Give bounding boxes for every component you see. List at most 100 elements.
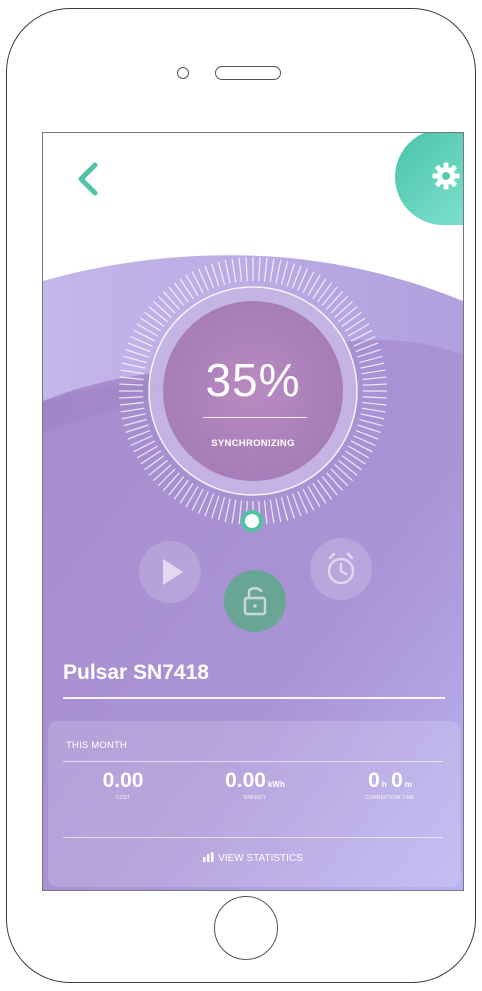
alarm-button[interactable] (310, 538, 372, 600)
cost-stat: 0.00 COST (78, 769, 168, 801)
dial-tick (119, 376, 144, 381)
dial-tick (168, 286, 185, 306)
dial-tick (157, 468, 176, 487)
dial-tick (286, 263, 295, 287)
dial-tick (361, 369, 386, 375)
app-screen: 35% SYNCHRONIZING Pulsar SN7418 THIS MON… (42, 132, 464, 891)
device-name-underline (63, 697, 445, 699)
dial-tick (263, 257, 268, 282)
dial-tick (263, 500, 268, 525)
progress-divider (203, 417, 307, 418)
phone-frame: 35% SYNCHRONIZING Pulsar SN7418 THIS MON… (6, 8, 476, 983)
dial-tick (168, 476, 185, 496)
dial-tick (179, 278, 194, 300)
dial-tick (360, 413, 385, 420)
progress-knob[interactable] (241, 510, 263, 532)
dial-tick (312, 278, 327, 300)
dial-tick (217, 261, 226, 285)
dial-tick (144, 455, 165, 471)
dial-tick (344, 317, 366, 332)
dial-tick (119, 401, 144, 406)
dial-tick (185, 485, 199, 508)
card-divider-top (63, 761, 443, 762)
dial-tick (144, 311, 165, 327)
dial-tick (119, 383, 144, 386)
energy-unit: kWh (267, 780, 285, 789)
dial-tick (173, 282, 189, 303)
dial-tick (361, 407, 386, 413)
dial-tick (344, 450, 366, 465)
view-statistics-label: VIEW STATISTICS (218, 853, 303, 864)
front-camera (177, 67, 189, 79)
cost-value: 0.00 (102, 769, 144, 792)
chevron-left-icon (78, 162, 98, 196)
dial-tick (334, 464, 353, 482)
dial-tick (341, 311, 362, 327)
dial-tick (148, 459, 168, 476)
dial-tick (157, 295, 176, 314)
bar-chart-icon (203, 852, 214, 862)
connection-hours: 0 (368, 769, 380, 792)
dial-tick (338, 459, 358, 476)
dial-tick (359, 355, 383, 364)
dial-tick (224, 498, 231, 523)
dial-tick (269, 499, 275, 524)
dial-tick (173, 479, 189, 500)
dial-tick (307, 485, 321, 508)
dial-tick (362, 396, 387, 399)
view-statistics-button[interactable]: VIEW STATISTICS (178, 852, 328, 864)
dial-tick (330, 468, 349, 487)
dial-tick (231, 258, 237, 283)
dial-tick (224, 259, 231, 284)
earpiece-speaker (215, 66, 281, 80)
dial-tick (321, 286, 338, 306)
dial-tick (121, 362, 146, 369)
connection-stat: 0h 0m CONNECTION TIME (340, 769, 440, 801)
gear-icon (432, 162, 460, 190)
dial-tick (275, 498, 282, 523)
cost-label: COST (115, 795, 131, 801)
dial-tick (307, 274, 321, 297)
dial-tick (211, 263, 220, 287)
dial-tick (140, 450, 162, 465)
card-divider-bottom (63, 837, 443, 838)
dial-tick (338, 306, 358, 323)
dial-tick (211, 495, 220, 519)
connection-label: CONNECTION TIME (365, 795, 415, 801)
dial-tick (125, 349, 149, 358)
dial-tick (162, 472, 180, 491)
lock-button[interactable] (224, 570, 286, 632)
dial-tick (217, 497, 226, 521)
dial-tick (362, 376, 387, 381)
dial-tick (326, 291, 344, 310)
dial-tick (275, 259, 282, 284)
dial-tick (334, 300, 353, 318)
dial-tick (359, 418, 383, 427)
status-label: SYNCHRONIZING (211, 438, 295, 449)
dial-tick (360, 362, 385, 369)
dial-tick (347, 323, 370, 337)
dial-tick (280, 261, 289, 285)
lock-icon (243, 587, 267, 616)
dial-tick (148, 306, 168, 323)
dial-tick (317, 479, 333, 500)
connection-minutes: 0 (391, 769, 403, 792)
back-button[interactable] (71, 159, 105, 199)
energy-label: ENERGY (243, 795, 267, 801)
dial-tick (269, 258, 275, 283)
dial-tick (123, 418, 147, 427)
dial-tick (280, 497, 289, 521)
card-title: THIS MONTH (66, 740, 128, 751)
dial-tick (245, 257, 248, 282)
dial-tick (238, 257, 243, 282)
energy-stat: 0.00 kWh ENERGY (200, 769, 310, 801)
dial-tick (120, 407, 145, 413)
dial-tick (120, 369, 145, 375)
home-button[interactable] (214, 896, 278, 960)
dial-tick (258, 257, 261, 282)
connection-minutes-unit: m (404, 780, 412, 789)
device-name: Pulsar SN7418 (63, 661, 209, 684)
dial-tick (140, 317, 162, 332)
dial-tick (357, 424, 381, 433)
play-button[interactable] (139, 541, 201, 603)
